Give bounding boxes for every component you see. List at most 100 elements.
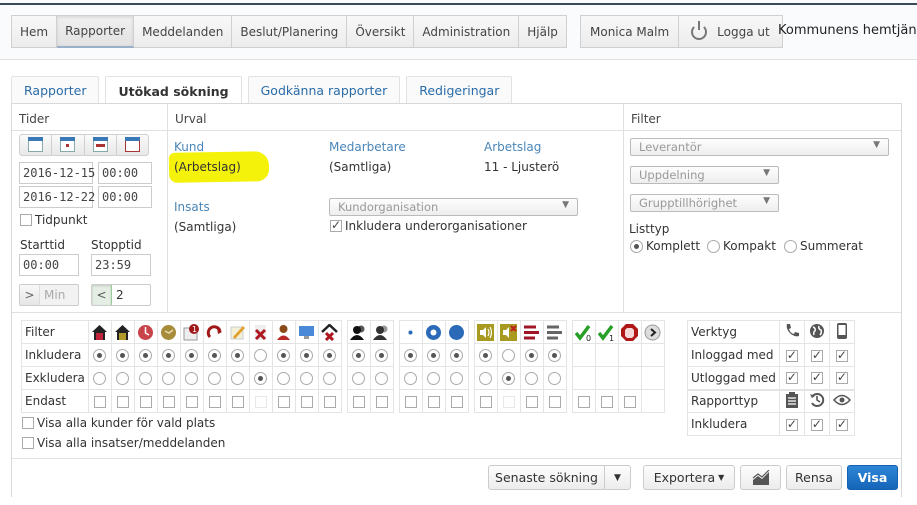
users-black-endast-checkbox[interactable] — [352, 395, 365, 408]
visa-alla-kunder-option[interactable]: Visa alla kunder för vald plats — [22, 416, 215, 430]
to-time-input[interactable]: 00:00 — [98, 186, 152, 208]
ring-blue-exkludera-radio[interactable] — [427, 372, 441, 385]
house-yellow-inkludera-radio[interactable] — [116, 349, 130, 362]
house-red-inkludera-radio[interactable] — [93, 349, 107, 362]
arbetslag-value[interactable]: 11 - Ljusterö — [484, 160, 559, 174]
nav-rapporter[interactable]: Rapporter — [57, 15, 135, 48]
tidpunkt-option[interactable]: Tidpunkt — [20, 213, 87, 227]
house-red-endast-checkbox[interactable] — [93, 395, 106, 408]
listtyp-komplett[interactable]: Komplett — [630, 239, 700, 253]
users-black-inkludera-radio[interactable] — [352, 349, 366, 362]
calendar-day-button[interactable] — [20, 135, 53, 155]
visa-button[interactable]: Visa — [847, 465, 898, 490]
house-yellow-endast-checkbox[interactable] — [116, 395, 129, 408]
nav-hem[interactable]: Hem — [11, 15, 58, 48]
calendar-month-button[interactable] — [85, 135, 117, 155]
utloggad-web-checkbox[interactable] — [810, 370, 823, 385]
greater-than-toggle[interactable]: > — [20, 285, 40, 305]
clock-red-inkludera-radio[interactable] — [139, 349, 153, 362]
redo-arrow-endast-checkbox[interactable] — [208, 395, 221, 408]
clock-red-endast-checkbox[interactable] — [139, 395, 152, 408]
monitor-endast-checkbox[interactable] — [300, 395, 313, 408]
message-badge-endast-checkbox[interactable] — [185, 395, 198, 408]
medarbetare-label[interactable]: Medarbetare — [329, 140, 406, 154]
senaste-sokning-dropdown[interactable]: ▼ — [604, 465, 631, 490]
listtyp-kompakt[interactable]: Kompakt — [707, 239, 776, 253]
edit-note-inkludera-radio[interactable] — [231, 349, 245, 362]
nav-hjalp[interactable]: Hjälp — [519, 15, 567, 48]
tab-utokad-sokning[interactable]: Utökad sökning — [105, 76, 242, 105]
house-red-exkludera-radio[interactable] — [93, 372, 107, 385]
tab-redigeringar[interactable]: Redigeringar — [406, 76, 513, 104]
leverantor-select[interactable]: Leverantör ▼ — [630, 138, 889, 156]
summerat-radio[interactable] — [784, 239, 797, 253]
dot-small-endast-checkbox[interactable] — [404, 395, 417, 408]
redo-arrow-inkludera-radio[interactable] — [208, 349, 222, 362]
max-duration-field[interactable]: < 2 — [91, 284, 151, 306]
check-0-endast-checkbox[interactable] — [577, 395, 590, 408]
listtyp-summerat[interactable]: Summerat — [784, 239, 863, 253]
sound-on-endast-checkbox[interactable] — [479, 395, 492, 408]
logout-button[interactable]: Logga ut — [679, 15, 783, 48]
message-badge-inkludera-radio[interactable] — [185, 349, 199, 362]
sound-on-inkludera-radio[interactable] — [479, 349, 493, 362]
lines-red-inkludera-radio[interactable] — [525, 349, 539, 362]
visa-alla-insatser-option[interactable]: Visa alla insatser/meddelanden — [22, 436, 225, 450]
include-sub-option[interactable]: Inkludera underorganisationer — [330, 218, 527, 233]
inloggad-phone-checkbox[interactable] — [785, 348, 798, 362]
include-sub-checkbox[interactable] — [330, 218, 342, 232]
visa-alla-kunder-checkbox[interactable] — [22, 417, 34, 429]
kund-label[interactable]: Kund — [174, 140, 204, 154]
tab-rapporter[interactable]: Rapporter — [11, 76, 100, 104]
sound-off-inkludera-radio[interactable] — [502, 349, 516, 362]
calendar-week-button[interactable] — [52, 135, 85, 155]
lines-red-exkludera-radio[interactable] — [525, 372, 539, 385]
rensa-button[interactable]: Rensa — [786, 465, 842, 490]
kompakt-radio[interactable] — [707, 239, 720, 253]
komplett-radio[interactable] — [630, 239, 643, 253]
sound-off-exkludera-radio[interactable] — [502, 372, 516, 385]
tab-godkanna-rapporter[interactable]: Godkänna rapporter — [247, 76, 401, 104]
from-date-input[interactable]: 2016-12-15 — [19, 162, 95, 184]
inkludera-type2-checkbox[interactable] — [810, 417, 823, 431]
tidpunkt-checkbox[interactable] — [20, 214, 32, 226]
edit-note-exkludera-radio[interactable] — [231, 372, 245, 385]
circle-blue-exkludera-radio[interactable] — [450, 372, 464, 385]
users-black-exkludera-radio[interactable] — [352, 372, 366, 385]
ring-blue-endast-checkbox[interactable] — [427, 395, 440, 408]
max-value[interactable]: 2 — [112, 288, 124, 302]
delete-x-inkludera-radio[interactable] — [254, 349, 268, 362]
house-delete-endast-checkbox[interactable] — [323, 395, 336, 408]
users-gray-exkludera-radio[interactable] — [375, 372, 389, 385]
starttid-input[interactable]: 00:00 — [19, 254, 79, 276]
dot-small-inkludera-radio[interactable] — [404, 349, 418, 362]
less-than-toggle[interactable]: < — [92, 285, 112, 305]
message-badge-exkludera-radio[interactable] — [185, 372, 199, 385]
utloggad-mobile-checkbox[interactable] — [835, 370, 848, 385]
clock-gold-endast-checkbox[interactable] — [162, 395, 175, 408]
kundorganisation-select[interactable]: Kundorganisation ▼ — [329, 198, 578, 216]
nav-meddelanden[interactable]: Meddelanden — [134, 15, 233, 48]
lines-gray-exkludera-radio[interactable] — [548, 372, 562, 385]
calendar-custom-button[interactable] — [117, 135, 148, 155]
ring-blue-inkludera-radio[interactable] — [427, 349, 441, 362]
visa-alla-insatser-checkbox[interactable] — [22, 437, 34, 449]
house-delete-inkludera-radio[interactable] — [323, 349, 337, 362]
redo-arrow-exkludera-radio[interactable] — [208, 372, 222, 385]
inloggad-mobile-checkbox[interactable] — [835, 348, 848, 362]
utloggad-phone-checkbox[interactable] — [785, 370, 798, 385]
circle-blue-inkludera-radio[interactable] — [450, 349, 464, 362]
circle-blue-endast-checkbox[interactable] — [450, 395, 463, 408]
edit-note-endast-checkbox[interactable] — [231, 395, 244, 408]
house-yellow-exkludera-radio[interactable] — [116, 372, 130, 385]
lines-red-endast-checkbox[interactable] — [525, 395, 538, 408]
delete-x-exkludera-radio[interactable] — [254, 372, 268, 385]
female-user-endast-checkbox[interactable] — [277, 395, 290, 408]
stopptid-input[interactable]: 23:59 — [91, 254, 151, 276]
to-date-input[interactable]: 2016-12-22 — [19, 186, 95, 208]
nav-oversikt[interactable]: Översikt — [347, 15, 415, 48]
users-gray-inkludera-radio[interactable] — [375, 349, 389, 362]
inkludera-type1-checkbox[interactable] — [785, 417, 798, 431]
arbetslag-label[interactable]: Arbetslag — [484, 140, 541, 154]
exportera-button[interactable]: Exportera ▼ — [643, 465, 735, 490]
